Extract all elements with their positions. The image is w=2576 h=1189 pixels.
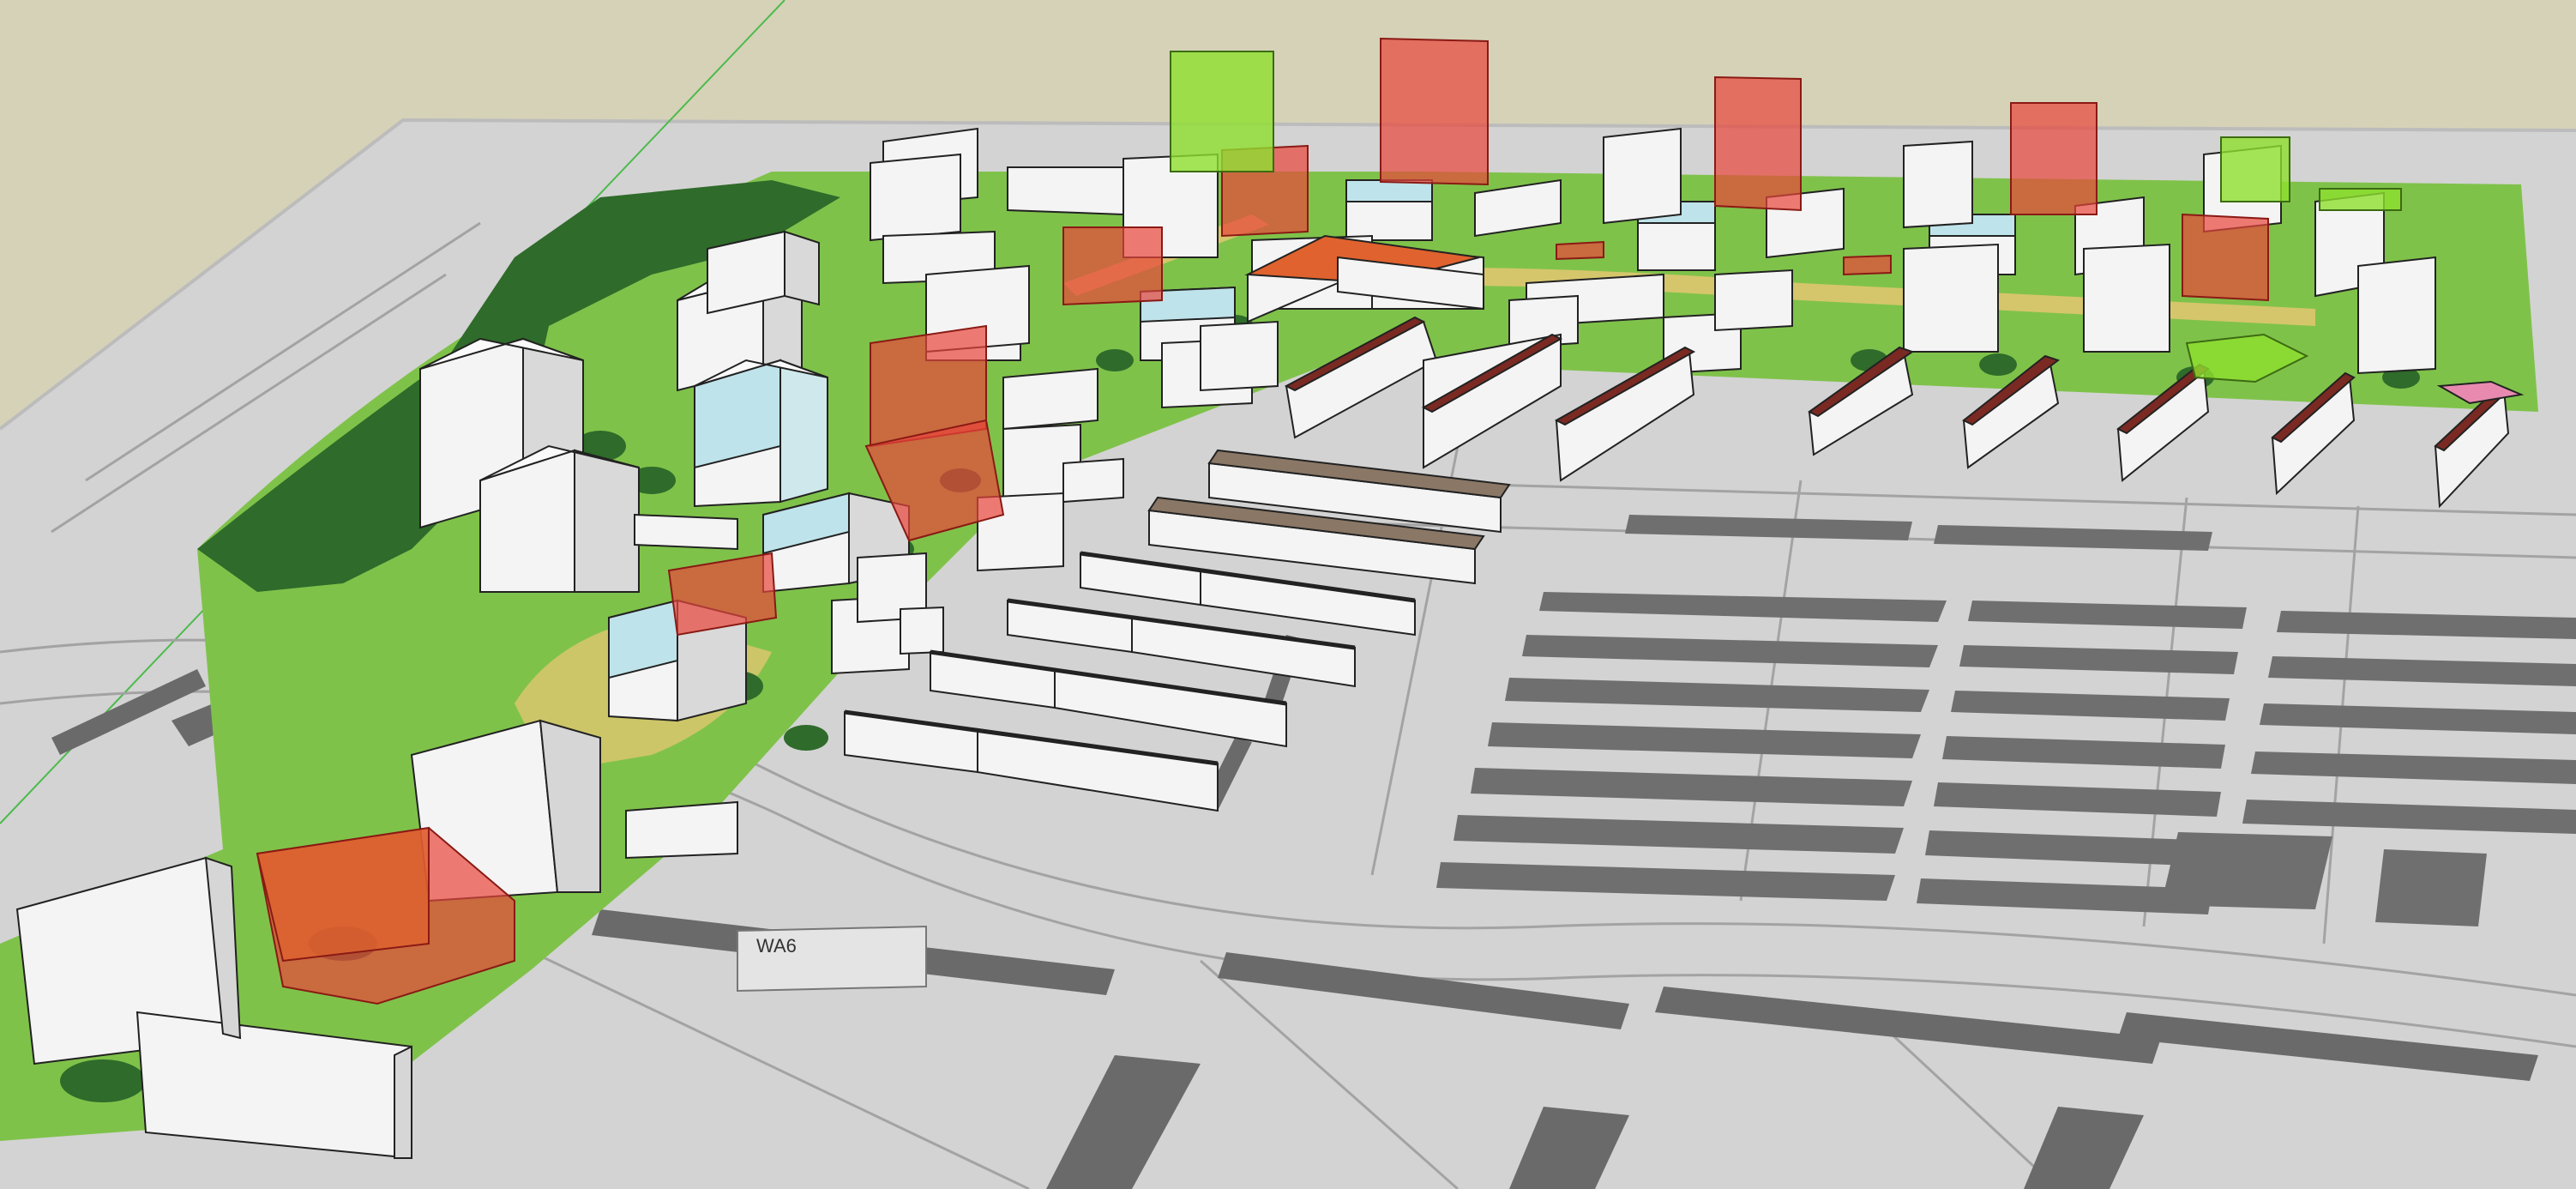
building-white-block-left [479, 444, 640, 593]
building-glass-1 [694, 359, 828, 508]
building-glass-6 [1345, 179, 1433, 241]
3d-urban-model-scene: WA6 [0, 0, 2576, 1189]
site-code-label: WA6 [756, 935, 797, 957]
model-viewport: WA6 [0, 0, 2576, 1189]
site-label-box: WA6 [737, 925, 927, 993]
